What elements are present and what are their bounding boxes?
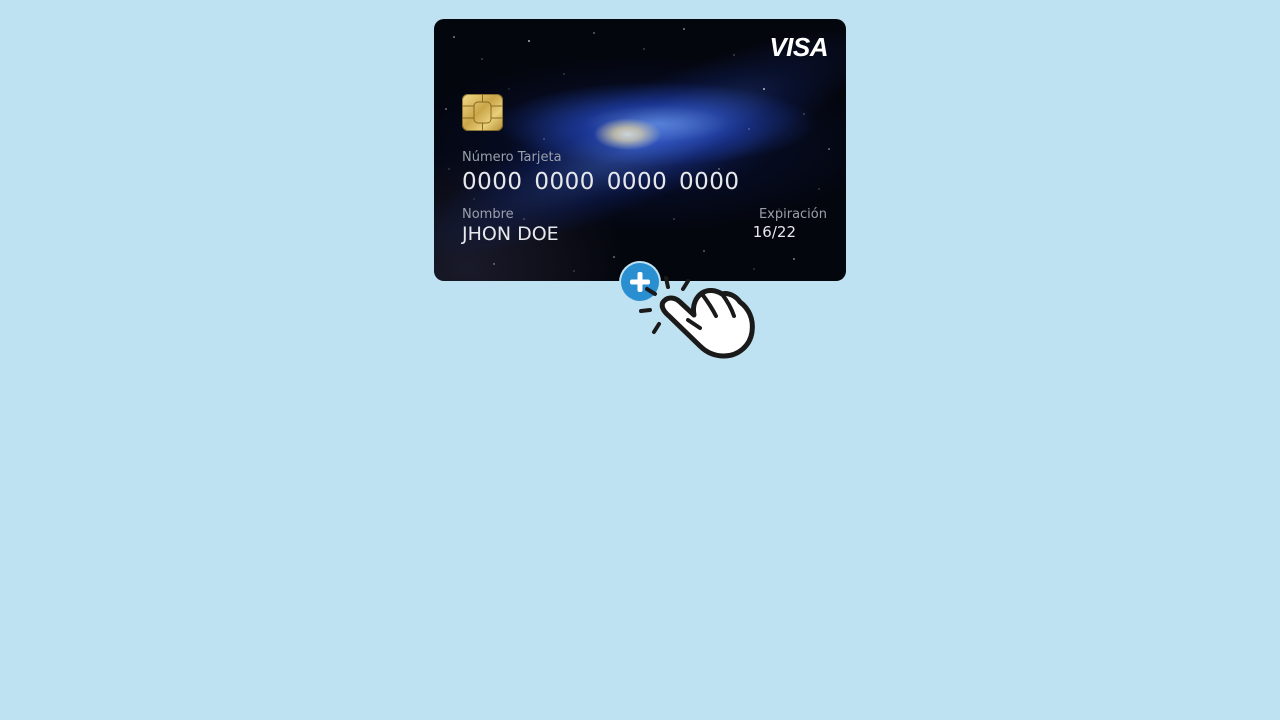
visa-logo: VISA [769,32,828,62]
credit-card[interactable]: VISA Número Tarjeta 0000 0000 0000 0000 … [434,19,846,281]
cardholder-name-label: Nombre [462,207,514,222]
card-number-label: Número Tarjeta [462,150,562,165]
hand-pointer-icon [639,276,755,359]
cardholder-name: JHON DOE [462,223,559,245]
expiration-label: Expiración [758,207,827,222]
page: VISA Número Tarjeta 0000 0000 0000 0000 … [0,0,1280,720]
card-number: 0000 0000 0000 0000 [462,169,740,195]
expiration-date: 16/22 [752,223,796,241]
chip-icon [462,94,503,131]
